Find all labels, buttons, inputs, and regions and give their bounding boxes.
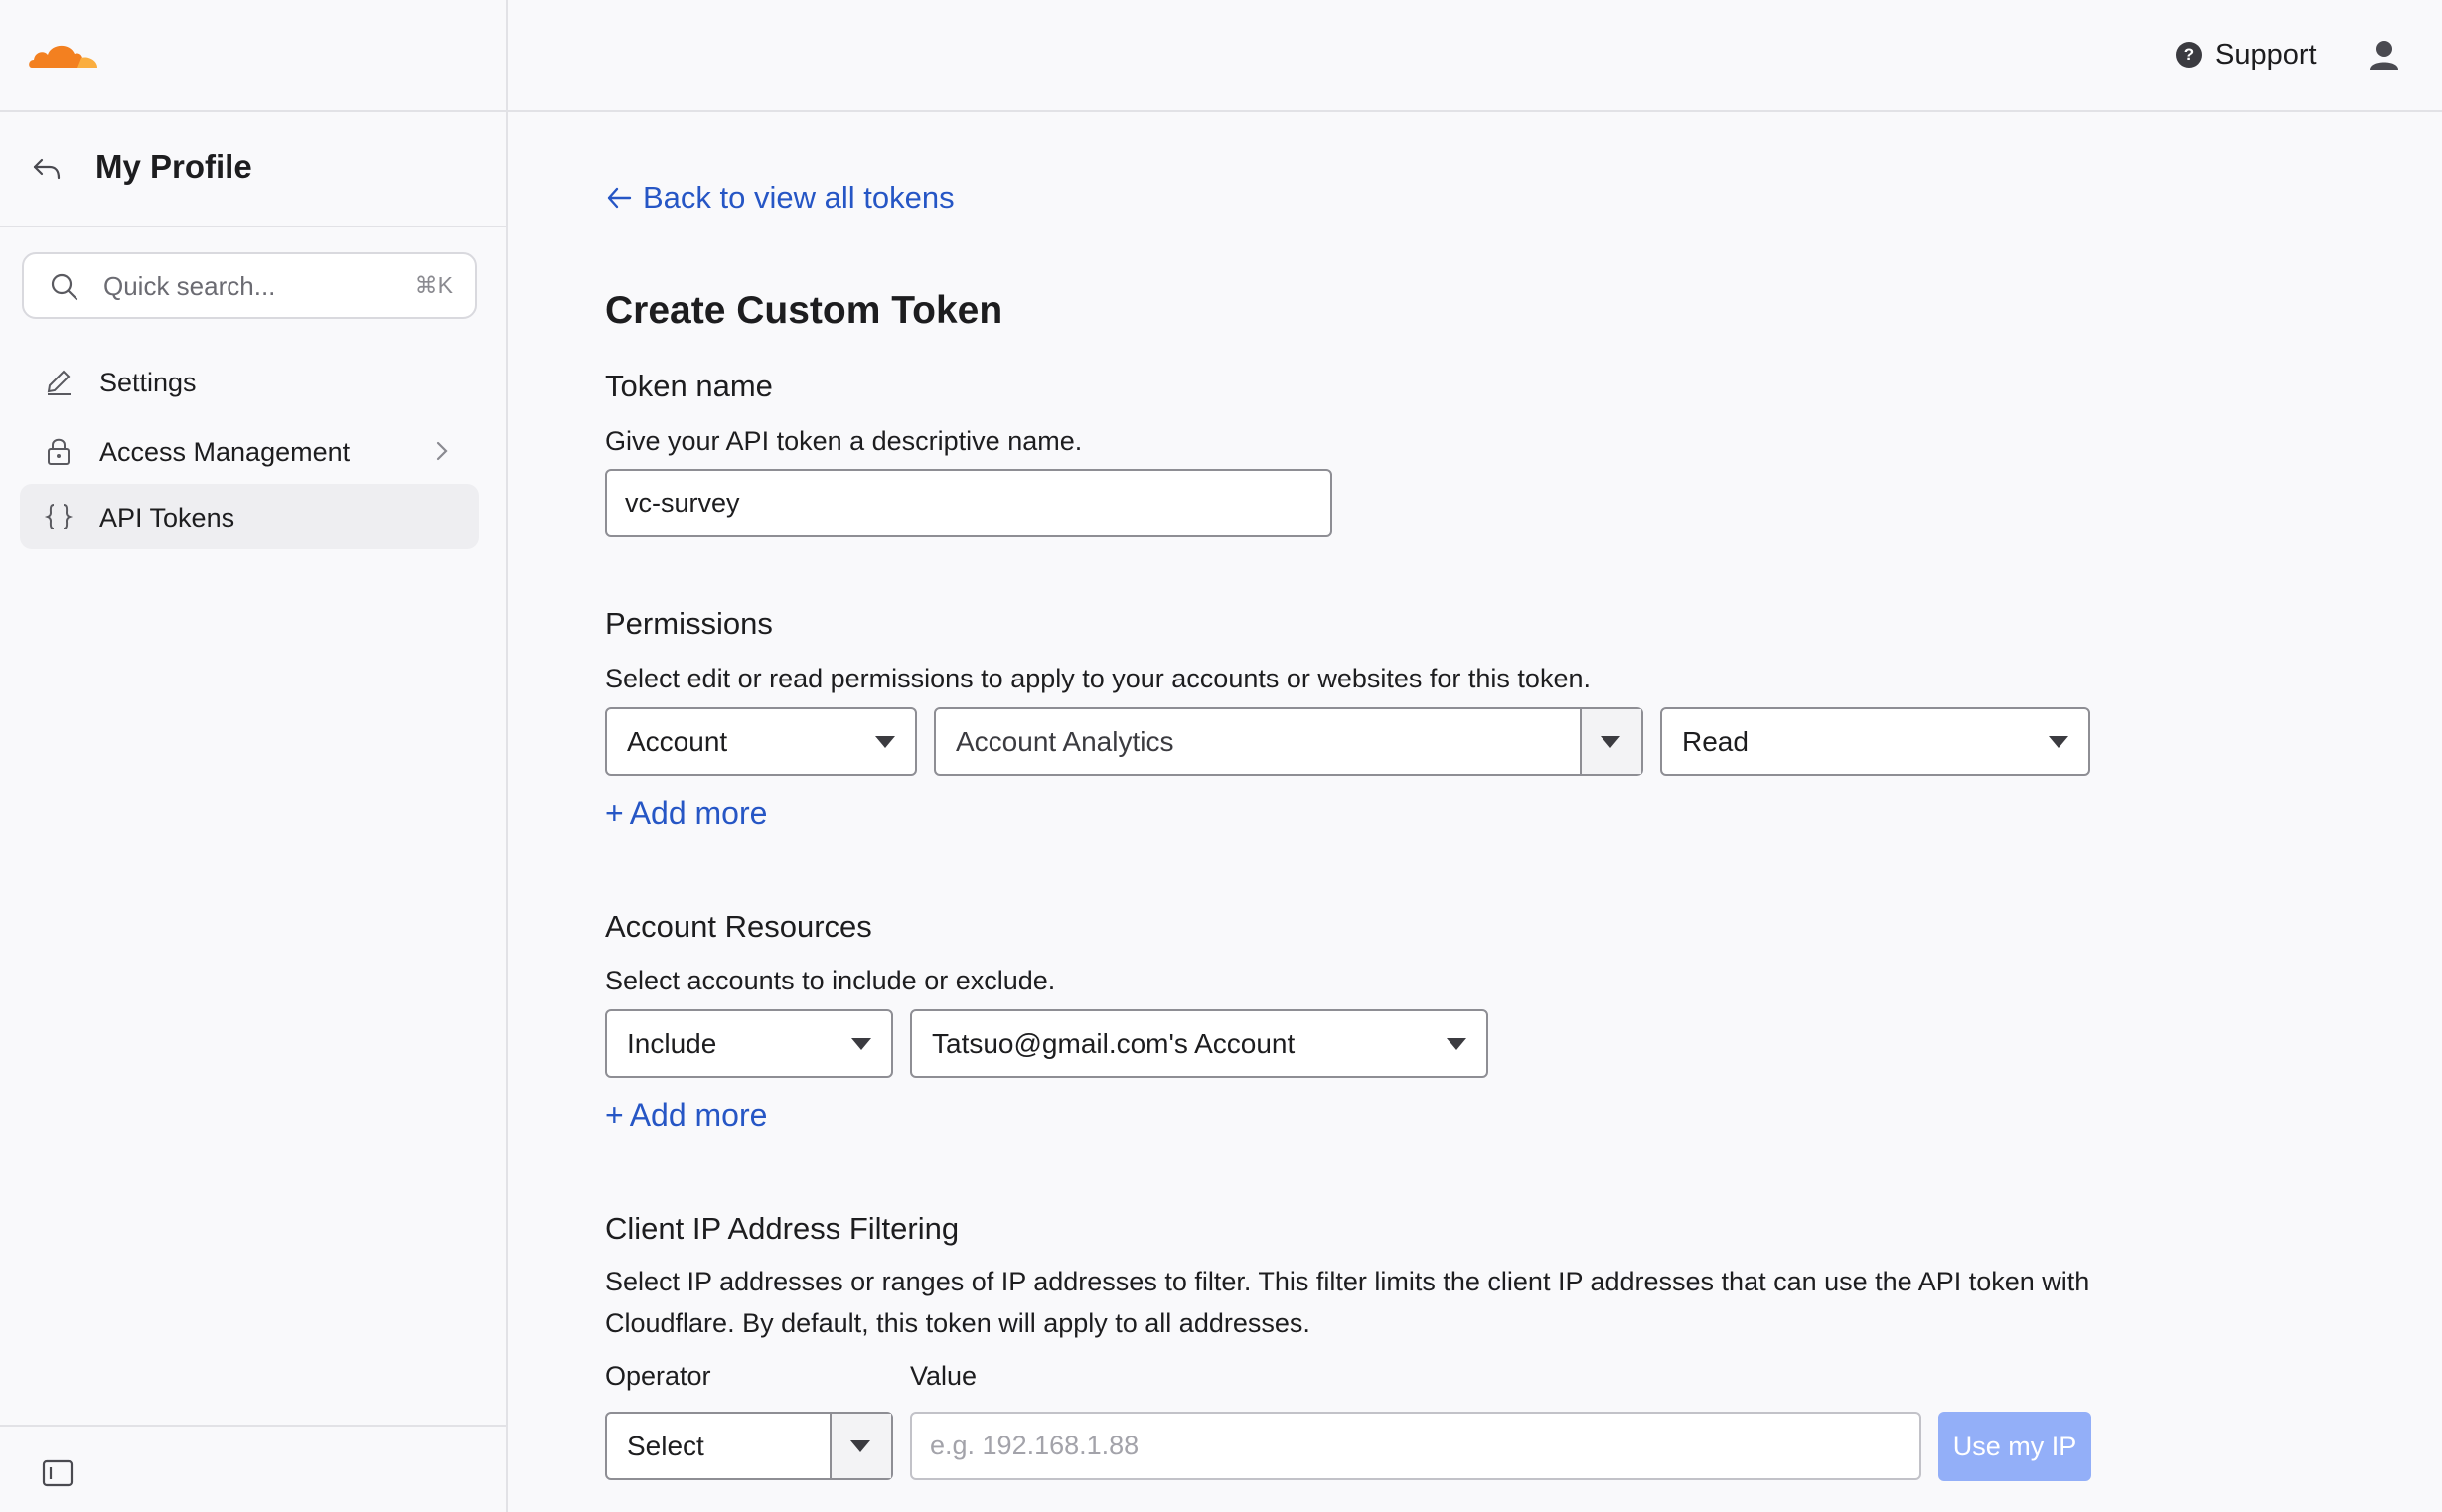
ip-filtering-heading: Client IP Address Filtering — [605, 1211, 960, 1246]
sidebar-item-access-management[interactable]: Access Management — [20, 418, 479, 484]
plus-icon: + — [605, 795, 624, 831]
dropdown-toggle[interactable] — [830, 1414, 891, 1478]
caret-down-icon — [2049, 735, 2068, 748]
pencil-icon — [47, 370, 71, 395]
resource-account-value: Tatsuo@gmail.com's Account — [932, 1027, 1296, 1059]
ip-value-input[interactable] — [910, 1412, 1921, 1480]
top-bar: ? Support — [0, 0, 2442, 112]
cloudflare-logo-icon[interactable] — [26, 34, 101, 72]
caret-down-icon — [1601, 735, 1620, 748]
permission-item-value: Account Analytics — [956, 725, 1174, 757]
support-link[interactable]: ? Support — [2176, 36, 2317, 74]
main-content: Back to view all tokens Create Custom To… — [508, 112, 2442, 1512]
topbar-divider — [506, 0, 508, 112]
token-name-heading: Token name — [605, 369, 773, 403]
search-input[interactable] — [103, 266, 401, 306]
operator-label: Operator — [605, 1361, 711, 1391]
token-name-description: Give your API token a descriptive name. — [605, 426, 1083, 456]
page-title: Create Custom Token — [605, 289, 1003, 332]
add-more-label: Add more — [629, 1097, 768, 1133]
sidebar: My Profile ⌘K Settings Access Management — [0, 112, 508, 1512]
use-my-ip-button[interactable]: Use my IP — [1938, 1412, 2091, 1481]
permission-item-select[interactable]: Account Analytics — [934, 707, 1643, 776]
sidebar-header: My Profile — [0, 112, 506, 227]
plus-icon: + — [605, 1097, 624, 1133]
chevron-right-icon — [436, 441, 448, 461]
sidebar-item-settings[interactable]: Settings — [20, 349, 479, 414]
value-label: Value — [910, 1361, 978, 1391]
permission-scope-value: Account — [627, 725, 728, 757]
caret-down-icon — [1447, 1037, 1466, 1050]
sidebar-item-label: Settings — [99, 368, 197, 397]
operator-select[interactable]: Select — [605, 1412, 893, 1480]
operator-value: Select — [627, 1430, 704, 1461]
sidebar-item-label: API Tokens — [99, 503, 235, 532]
account-resources-description: Select accounts to include or exclude. — [605, 966, 1056, 995]
add-resource-link[interactable]: + Add more — [605, 1097, 767, 1134]
resource-mode-select[interactable]: Include — [605, 1009, 893, 1078]
sidebar-collapse-icon[interactable] — [42, 1459, 74, 1487]
add-permission-link[interactable]: + Add more — [605, 795, 767, 832]
permission-scope-select[interactable]: Account — [605, 707, 917, 776]
caret-down-icon — [850, 1439, 870, 1452]
support-label: Support — [2215, 38, 2317, 71]
add-more-label: Add more — [629, 795, 768, 831]
sidebar-item-label: Access Management — [99, 437, 351, 467]
token-name-input[interactable] — [605, 469, 1332, 537]
permission-access-select[interactable]: Read — [1660, 707, 2090, 776]
permissions-description: Select edit or read permissions to apply… — [605, 664, 1591, 693]
help-icon: ? — [2176, 42, 2202, 68]
back-arrow-icon[interactable] — [32, 154, 62, 184]
permissions-heading: Permissions — [605, 606, 773, 641]
ip-filtering-description: Select IP addresses or ranges of IP addr… — [605, 1267, 2090, 1338]
resource-account-select[interactable]: Tatsuo@gmail.com's Account — [910, 1009, 1488, 1078]
account-resources-heading: Account Resources — [605, 909, 872, 944]
quick-search[interactable]: ⌘K — [22, 252, 477, 319]
resource-mode-value: Include — [627, 1027, 717, 1059]
search-icon — [51, 273, 78, 301]
sidebar-item-api-tokens[interactable]: API Tokens — [20, 484, 479, 549]
sidebar-footer-divider — [0, 1425, 506, 1427]
permission-access-value: Read — [1682, 725, 1749, 757]
sidebar-title: My Profile — [95, 148, 252, 185]
back-to-tokens-link[interactable]: Back to view all tokens — [605, 180, 955, 216]
search-shortcut: ⌘K — [414, 272, 453, 298]
back-link-label: Back to view all tokens — [643, 180, 955, 215]
user-icon[interactable] — [2368, 40, 2400, 70]
dropdown-toggle[interactable] — [1580, 709, 1641, 774]
lock-icon — [48, 438, 70, 465]
caret-down-icon — [875, 735, 895, 748]
caret-down-icon — [851, 1037, 871, 1050]
arrow-left-icon — [607, 187, 632, 209]
braces-icon — [44, 504, 74, 529]
